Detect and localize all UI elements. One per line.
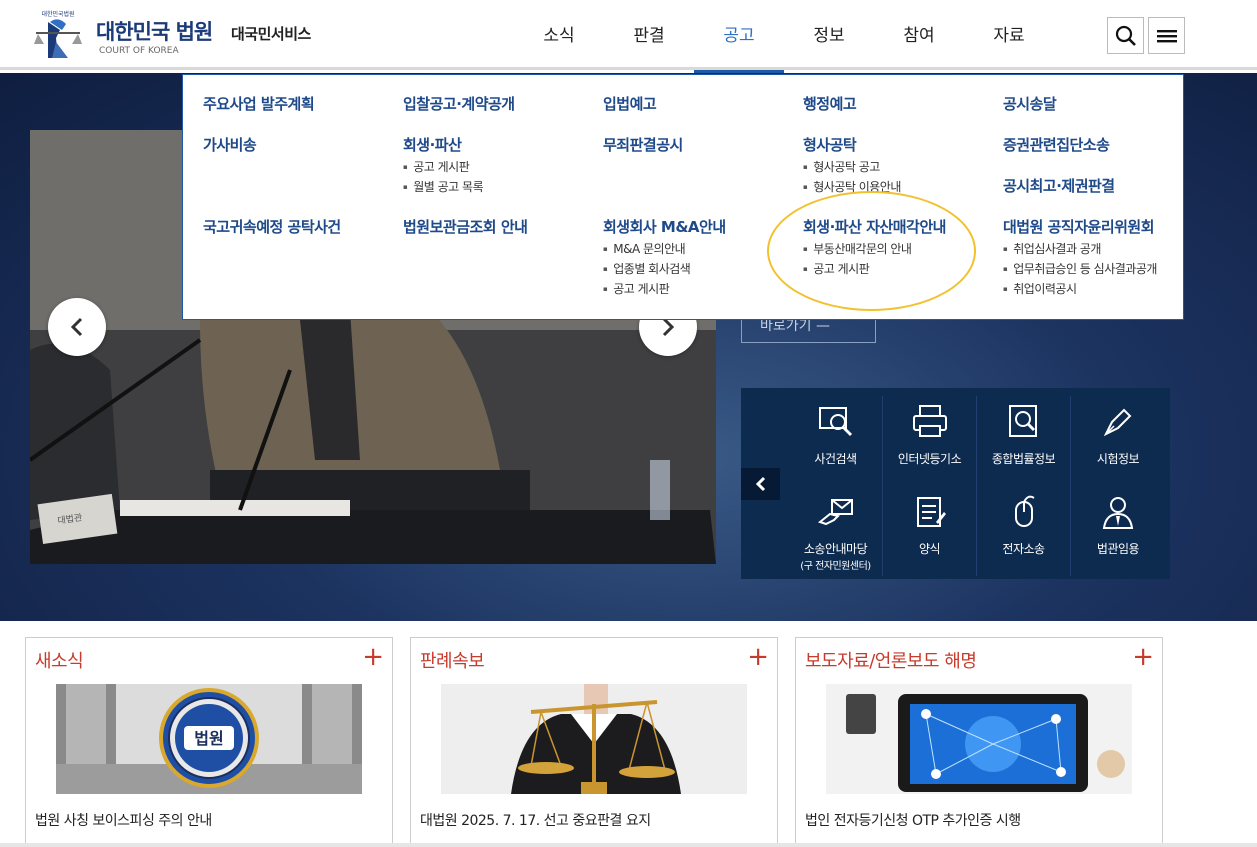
quick-law-info[interactable]: 종합법률정보 — [977, 396, 1071, 486]
arrow-right-icon: — — [815, 318, 830, 334]
menu-public-summons[interactable]: 공시최고·제권판결 — [1003, 175, 1115, 196]
service-name[interactable]: 대국민서비스 — [231, 23, 311, 44]
submenu-asset-sale-board[interactable]: 공고 게시판 — [803, 260, 870, 277]
plus-icon[interactable]: + — [747, 642, 769, 672]
card-title[interactable]: 보도자료/언론보도 해명 — [805, 647, 977, 673]
card-headline[interactable]: 법인 전자등기신청 OTP 추가인증 시행 — [805, 810, 1021, 830]
hand-mail-icon — [817, 499, 853, 526]
hamburger-icon — [1156, 29, 1177, 42]
logo-title[interactable]: 대한민국 법원 — [96, 16, 213, 46]
nav-materials[interactable]: 자료 — [964, 0, 1054, 73]
quick-exam-info[interactable]: 시험정보 — [1071, 396, 1165, 486]
card-headline[interactable]: 대법원 2025. 7. 17. 선고 중요판결 요지 — [420, 810, 651, 830]
logo-emblem-text: 대한민국법원 — [41, 10, 74, 18]
nav-judgment[interactable]: 판결 — [604, 0, 694, 73]
quick-judge-appointment[interactable]: 법관임용 — [1071, 486, 1165, 576]
news-card-latest: 새소식 + 법원 법원 사칭 보이스피싱 주의 안내 — [25, 637, 393, 847]
menu-business-plan[interactable]: 주요사업 발주계획 — [203, 93, 315, 114]
quick-label: 전자소송 — [1002, 542, 1045, 556]
quick-label: 소송안내마당 — [803, 542, 868, 556]
submenu-employment-history[interactable]: 취업이력공시 — [1003, 280, 1077, 297]
submenu-criminal-deposit-guide[interactable]: 형사공탁 이용안내 — [803, 178, 901, 195]
menu-rehabilitation-bankruptcy[interactable]: 회생·파산 — [403, 134, 462, 155]
submenu-employment-review[interactable]: 취업심사결과 공개 — [1003, 240, 1101, 257]
nav-participation[interactable]: 참여 — [874, 0, 964, 73]
card-headline[interactable]: 법원 사칭 보이스피싱 주의 안내 — [35, 810, 212, 830]
search-button[interactable] — [1107, 17, 1144, 54]
chevron-left-icon — [755, 476, 765, 492]
notice-dropdown-menu: 주요사업 발주계획 가사비송 국고귀속예정 공탁사건 입찰공고·계약공개 회생·… — [182, 74, 1184, 320]
menu-legislative-notice[interactable]: 입법예고 — [603, 93, 657, 114]
court-logo-icon[interactable]: 대한민국법원 — [26, 8, 90, 62]
menu-asset-sale-guide[interactable]: 회생·파산 자산매각안내 — [803, 216, 946, 237]
plus-icon[interactable]: + — [362, 642, 384, 672]
judge-icon — [1102, 497, 1134, 529]
submenu-monthly-notices[interactable]: 월별 공고 목록 — [403, 178, 483, 195]
submenu-notice-board[interactable]: 공고 게시판 — [403, 158, 470, 175]
menu-family-nonlitigation[interactable]: 가사비송 — [203, 134, 257, 155]
news-card-press: 보도자료/언론보도 해명 + 법인 전자등기신청 OTP 추가인증 시행 — [795, 637, 1163, 847]
hero-prev-button[interactable] — [48, 298, 106, 356]
quick-prev-button[interactable] — [741, 468, 780, 500]
card-image[interactable] — [826, 684, 1132, 794]
menu-national-deposit[interactable]: 국고귀속예정 공탁사건 — [203, 216, 341, 237]
submenu-ma-inquiry[interactable]: M&A 문의안내 — [603, 240, 685, 257]
menu-administrative-notice[interactable]: 행정예고 — [803, 93, 857, 114]
menu-public-service[interactable]: 공시송달 — [1003, 93, 1057, 114]
quick-sublabel: (구 전자민원센터) — [800, 561, 871, 572]
quick-label: 종합법률정보 — [991, 452, 1056, 466]
logo-subtitle: COURT OF KOREA — [99, 46, 179, 56]
submenu-ma-board[interactable]: 공고 게시판 — [603, 280, 670, 297]
quick-label: 인터넷등기소 — [897, 452, 962, 466]
plus-icon[interactable]: + — [1132, 642, 1154, 672]
menu-acquittal-notice[interactable]: 무죄판결공시 — [603, 134, 683, 155]
menu-bidding[interactable]: 입찰공고·계약공개 — [403, 93, 515, 114]
law-info-icon — [1008, 405, 1037, 437]
quick-label: 법관임용 — [1096, 542, 1140, 556]
page-footer-divider — [0, 843, 1257, 847]
quick-forms[interactable]: 양식 — [883, 486, 977, 576]
search-icon — [1115, 25, 1136, 46]
nav-news[interactable]: 소식 — [514, 0, 604, 73]
quick-menu: 사건검색 인터넷등기소 종합법률정보 시험정보 소송안내마당 (구 전자민원센터… — [741, 388, 1170, 579]
menu-button[interactable] — [1148, 17, 1185, 54]
menu-court-deposit-inquiry[interactable]: 법원보관금조회 안내 — [403, 216, 528, 237]
quick-grid: 사건검색 인터넷등기소 종합법률정보 시험정보 소송안내마당 (구 전자민원센터… — [789, 396, 1167, 576]
main-nav: 소식 판결 공고 정보 참여 자료 — [514, 0, 1054, 74]
card-title[interactable]: 새소식 — [35, 647, 84, 673]
menu-criminal-deposit[interactable]: 형사공탁 — [803, 134, 857, 155]
news-card-precedent: 판례속보 + 대법원 2025. 7. 17. 선고 중요판결 요지 — [410, 637, 778, 847]
submenu-company-search[interactable]: 업종별 회사검색 — [603, 260, 691, 277]
goto-label: 바로가기 — [760, 318, 812, 334]
submenu-real-estate-sale-inquiry[interactable]: 부동산매각문의 안내 — [803, 240, 912, 257]
chevron-left-icon — [70, 317, 83, 337]
form-icon — [916, 497, 946, 527]
chevron-right-icon — [662, 317, 675, 337]
court-emblem-text: 법원 — [194, 729, 223, 748]
quick-case-search[interactable]: 사건검색 — [789, 396, 883, 486]
quick-label: 사건검색 — [814, 452, 857, 466]
quick-internet-registry[interactable]: 인터넷등기소 — [883, 396, 977, 486]
menu-ma-guide[interactable]: 회생회사 M&A안내 — [603, 216, 726, 237]
quick-e-litigation[interactable]: 전자소송 — [977, 486, 1071, 576]
card-image[interactable]: 법원 — [56, 684, 362, 794]
case-search-icon — [818, 407, 852, 437]
pen-icon — [1103, 408, 1132, 437]
site-header: 대한민국법원 대한민국 법원 COURT OF KOREA 대국민서비스 소식 … — [0, 0, 1257, 74]
nav-notice[interactable]: 공고 — [694, 0, 784, 74]
mouse-icon — [1014, 495, 1035, 527]
submenu-criminal-deposit-notice[interactable]: 형사공탁 공고 — [803, 158, 880, 175]
submenu-work-approval-review[interactable]: 업무취급승인 등 심사결과공개 — [1003, 260, 1157, 277]
quick-label: 시험정보 — [1096, 452, 1140, 466]
printer-icon — [912, 405, 947, 437]
menu-ethics-committee[interactable]: 대법원 공직자윤리위원회 — [1003, 216, 1155, 237]
quick-label: 양식 — [918, 542, 941, 556]
nav-info[interactable]: 정보 — [784, 0, 874, 73]
quick-litigation-guide[interactable]: 소송안내마당 (구 전자민원센터) — [789, 486, 883, 576]
card-title[interactable]: 판례속보 — [420, 647, 485, 673]
card-image[interactable] — [441, 684, 747, 794]
menu-securities-class-action[interactable]: 증권관련집단소송 — [1003, 134, 1110, 155]
